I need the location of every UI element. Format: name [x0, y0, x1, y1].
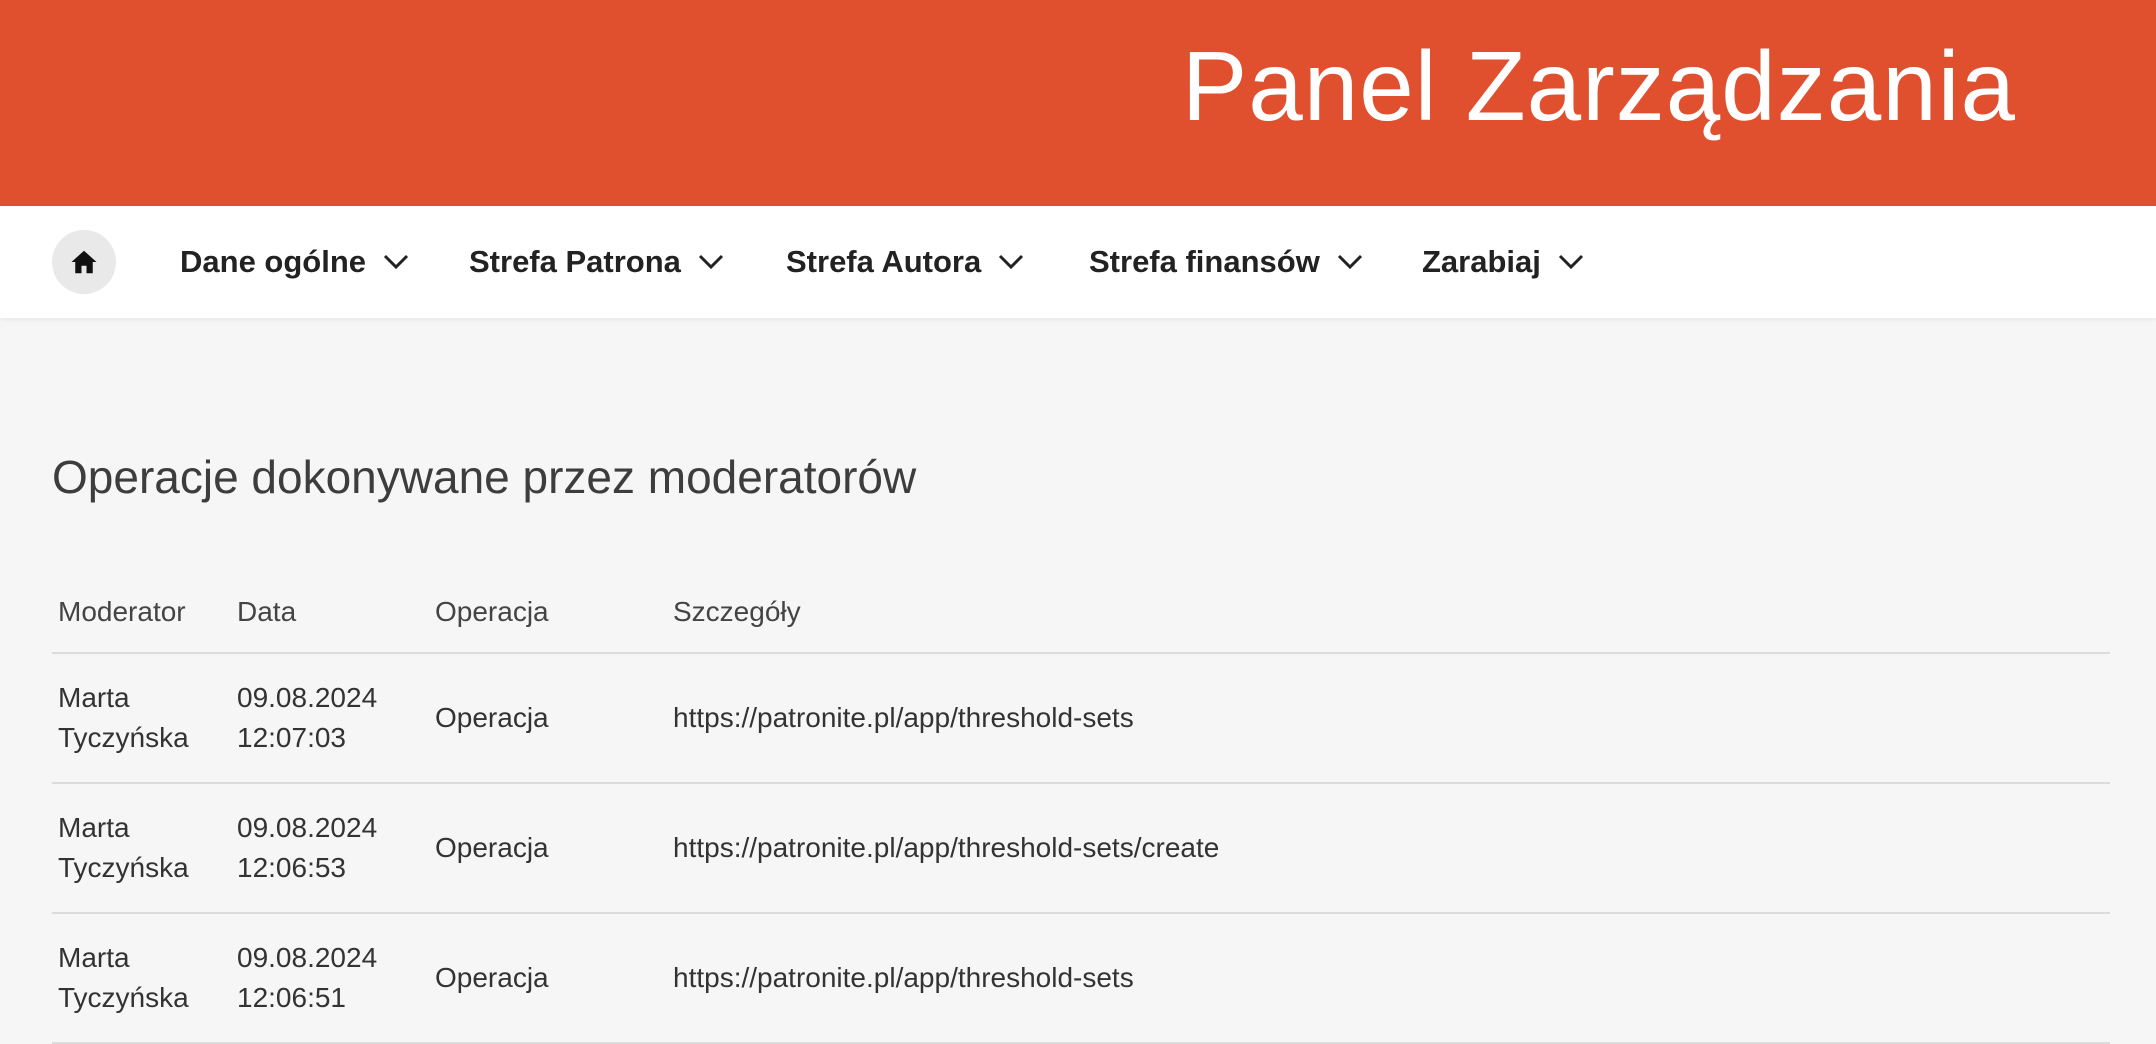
nav-item-label: Dane ogólne — [180, 244, 367, 279]
nav-item-label: Strefa finansów — [1089, 244, 1320, 279]
nav-item-strefa-autora[interactable]: Strefa Autora — [786, 206, 1025, 318]
time-value: 12:06:53 — [237, 852, 346, 883]
nav-item-zarabiaj[interactable]: Zarabiaj — [1422, 206, 1585, 318]
column-header-moderator[interactable]: Moderator — [58, 596, 186, 628]
moderator-first-name: Marta — [58, 682, 130, 713]
operation-cell: Operacja — [435, 702, 549, 733]
main-navigation: Dane ogólne Strefa Patrona Strefa Autora… — [0, 206, 2156, 318]
nav-item-strefa-patrona[interactable]: Strefa Patrona — [469, 206, 725, 318]
date-cell: 09.08.2024 12:07:03 — [237, 678, 377, 758]
operation-cell: Operacja — [435, 962, 549, 993]
moderator-last-name: Tyczyńska — [58, 852, 189, 883]
moderator-first-name: Marta — [58, 942, 130, 973]
moderator-cell: Marta Tyczyńska — [58, 678, 189, 758]
date-value: 09.08.2024 — [237, 942, 378, 973]
home-button[interactable] — [52, 230, 116, 294]
column-header-szczegoly[interactable]: Szczegóły — [673, 596, 801, 628]
moderator-last-name: Tyczyńska — [58, 722, 189, 753]
time-value: 12:07:03 — [237, 722, 346, 753]
home-icon — [71, 250, 97, 274]
details-cell: https://patronite.pl/app/threshold-sets — [673, 962, 1134, 993]
table-row[interactable]: Marta Tyczyńska 09.08.2024 12:06:51 Oper… — [52, 914, 2110, 1044]
time-value: 12:06:51 — [237, 982, 346, 1013]
moderator-cell: Marta Tyczyńska — [58, 938, 189, 1018]
nav-item-dane-ogolne[interactable]: Dane ogólne — [180, 206, 410, 318]
chevron-down-icon — [1337, 254, 1362, 270]
table-row[interactable]: Marta Tyczyńska 09.08.2024 12:06:53 Oper… — [52, 784, 2110, 914]
table-header: Moderator Data Operacja Szczegóły — [52, 580, 2110, 654]
details-cell: https://patronite.pl/app/threshold-sets — [673, 702, 1134, 733]
chevron-down-icon — [383, 254, 409, 270]
date-cell: 09.08.2024 12:06:51 — [237, 938, 377, 1018]
chevron-down-icon — [1558, 254, 1583, 270]
moderator-first-name: Marta — [58, 812, 130, 843]
table-row[interactable]: Marta Tyczyńska 09.08.2024 12:07:03 Oper… — [52, 654, 2110, 784]
chevron-down-icon — [698, 254, 723, 270]
chevron-down-icon — [999, 254, 1024, 270]
moderator-last-name: Tyczyńska — [58, 982, 189, 1013]
moderator-operations-table: Moderator Data Operacja Szczegóły Marta … — [52, 580, 2110, 1044]
top-header: Panel Zarządzania — [0, 0, 2156, 206]
page-title: Operacje dokonywane przez moderatorów — [52, 451, 917, 503]
column-header-operacja[interactable]: Operacja — [435, 596, 549, 628]
nav-item-label: Strefa Patrona — [469, 244, 681, 279]
operation-cell: Operacja — [435, 832, 549, 863]
date-value: 09.08.2024 — [237, 682, 378, 713]
date-cell: 09.08.2024 12:06:53 — [237, 808, 377, 888]
details-cell: https://patronite.pl/app/threshold-sets/… — [673, 832, 1220, 863]
nav-item-label: Strefa Autora — [786, 244, 982, 279]
nav-item-strefa-finansow[interactable]: Strefa finansów — [1089, 206, 1364, 318]
date-value: 09.08.2024 — [237, 812, 378, 843]
nav-item-label: Zarabiaj — [1422, 244, 1541, 279]
panel-title: Panel Zarządzania — [1181, 31, 2016, 141]
column-header-data[interactable]: Data — [237, 596, 296, 628]
moderator-cell: Marta Tyczyńska — [58, 808, 189, 888]
